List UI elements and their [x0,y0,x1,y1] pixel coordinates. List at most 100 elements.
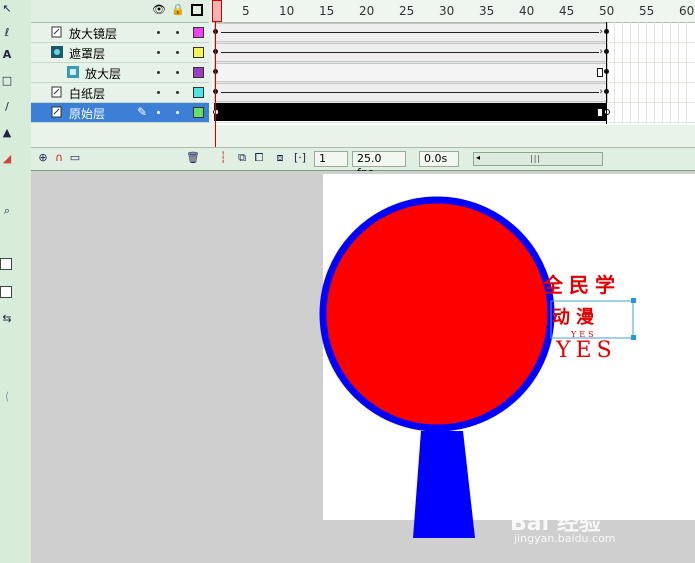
selected-frame-span[interactable] [214,103,606,121]
lock-dot[interactable] [176,111,179,114]
edit-multiple-frames-icon[interactable]: ⧈ [274,152,286,164]
playhead-handle[interactable] [212,0,222,22]
ruler-tick: 10 [279,4,295,18]
masked-layer-icon [67,66,79,78]
timeline-status-bar: ⊕ ∩ ▭ 🗑 ┆ ⧉ ⧠ ⧈ [·] 1 25.0 fps 0.0s ◂ ||… [31,147,695,179]
ruler-tick: 45 [559,4,575,18]
keyframe[interactable] [604,109,610,115]
subselect-tool-icon[interactable]: ↖ [0,2,14,16]
guide-layer-icon [51,26,63,38]
visibility-dot[interactable] [157,31,160,34]
layer-row-zoomed[interactable]: 放大层 [31,63,209,83]
layer-row-white-paper[interactable]: 白纸层 [31,83,209,103]
layer-outline-color[interactable] [193,107,204,118]
onion-skin-outlines-icon[interactable]: ⧠ [253,152,265,164]
lock-dot[interactable] [176,71,179,74]
layer-row-magnifier[interactable]: 放大镜层 [31,23,209,43]
lasso-tool-icon[interactable]: ℓ [0,26,14,40]
text-tool-icon[interactable]: A [0,48,14,62]
layer-name: 遮罩层 [69,47,106,61]
mask-layer-icon [51,46,63,58]
guide-layer-icon [51,86,63,98]
ruler-tick: 50 [599,4,615,18]
zoom-tool-icon[interactable]: ⌕ [0,204,14,218]
visibility-dot[interactable] [157,91,160,94]
playhead[interactable] [215,0,216,170]
layer-outline-color[interactable] [193,47,204,58]
motion-tween-span[interactable]: › [214,23,608,42]
layer-name: 放大镜层 [69,27,118,41]
transform-handle[interactable] [631,335,636,340]
lock-all-icon[interactable]: 🔒 [171,4,185,16]
frame-row-white-paper[interactable]: › [212,83,695,103]
watermark-url: jingyan.baidu.com [514,532,616,545]
insert-folder-icon[interactable]: ▭ [69,152,81,164]
ruler-tick: 25 [399,4,415,18]
keyframe[interactable] [213,109,219,115]
outline-all-icon[interactable] [191,4,203,16]
ink-bottle-tool-icon[interactable]: ▲ [0,126,14,140]
pencil-edit-icon: ✎ [137,105,148,119]
magnifier-circle[interactable] [319,196,555,432]
ruler-tick: 40 [519,4,535,18]
center-frame-icon[interactable]: ┆ [217,152,229,164]
ruler-tick: 35 [479,4,495,18]
layer-name: 放大层 [85,67,122,81]
layer-outline-color[interactable] [193,27,204,38]
onion-skin-icon[interactable]: ⧉ [236,152,248,164]
frame-ruler[interactable]: 1 5 10 15 20 25 30 35 40 45 50 55 60 [212,0,695,23]
transform-handle[interactable] [631,298,636,303]
delete-layer-icon[interactable]: 🗑 [186,152,200,164]
motion-tween-span[interactable]: › [214,83,608,102]
layer-row-original[interactable]: 原始层 ✎ [31,103,209,123]
frame-row-original[interactable] [212,103,695,123]
insert-layer-icon[interactable]: ⊕ [37,152,49,164]
headline-text-2: 动漫 [552,307,600,328]
swap-colors-icon[interactable]: ⇆ [0,312,14,326]
layer-name: 白纸层 [69,87,106,101]
frame-row-mask[interactable]: › [212,43,695,63]
frame-row-magnifier[interactable]: › [212,23,695,43]
frame-grid[interactable]: 1 5 10 15 20 25 30 35 40 45 50 55 60 › [212,0,695,170]
layer-outline-color[interactable] [193,67,204,78]
eraser-tool-icon[interactable]: ◢ [0,152,14,166]
timeline-panel: 👁 🔒 放大镜层 遮罩层 放大层 白纸层 原始层 ✎ 5 10 15 20 25… [31,0,695,179]
stroke-color-swatch[interactable] [0,258,12,270]
end-frame-marker[interactable] [597,68,603,77]
layer-row-mask[interactable]: 遮罩层 [31,43,209,63]
end-frame-marker[interactable] [597,108,603,117]
visibility-dot[interactable] [157,51,160,54]
end-of-frames-line [606,22,607,124]
layer-name: 原始层 [69,107,106,121]
show-hide-all-eye-icon[interactable]: 👁 [152,4,166,16]
scroll-left-icon[interactable]: ◂ [476,154,480,162]
lock-dot[interactable] [176,31,179,34]
static-frame-span[interactable] [214,63,608,82]
ruler-tick: 30 [439,4,455,18]
add-guide-layer-icon[interactable]: ∩ [53,152,65,164]
collapse-arrow-icon[interactable]: ⟨ [0,390,14,404]
headline-text-1: 全民学 [542,273,621,297]
tools-panel: ↖ ℓ A □ / ▲ ◢ ⌕ ⇆ ⟨ [0,0,32,563]
lock-dot[interactable] [176,91,179,94]
frame-rate-field[interactable]: 25.0 fps [352,151,406,179]
scroll-thumb-grip-icon[interactable]: ||| [530,155,541,163]
modify-onion-markers-icon[interactable]: [·] [294,152,306,164]
brush-tool-icon[interactable]: / [0,100,14,114]
magnifier-handle[interactable] [413,431,475,538]
lock-dot[interactable] [176,51,179,54]
fill-color-swatch[interactable] [0,286,12,298]
layer-outline-color[interactable] [193,87,204,98]
ruler-tick: 15 [319,4,335,18]
visibility-dot[interactable] [157,111,160,114]
layer-header: 👁 🔒 [31,0,209,23]
elapsed-time-field: 0.0s [419,151,459,167]
frame-row-zoomed[interactable] [212,63,695,83]
rectangle-tool-icon[interactable]: □ [0,74,14,88]
ruler-tick: 20 [359,4,375,18]
timeline-horizontal-scrollbar[interactable]: ◂ ||| [473,152,603,166]
current-frame-field: 1 [314,151,348,167]
ruler-tick: 5 [242,4,250,18]
motion-tween-span[interactable]: › [214,43,608,62]
visibility-dot[interactable] [157,71,160,74]
